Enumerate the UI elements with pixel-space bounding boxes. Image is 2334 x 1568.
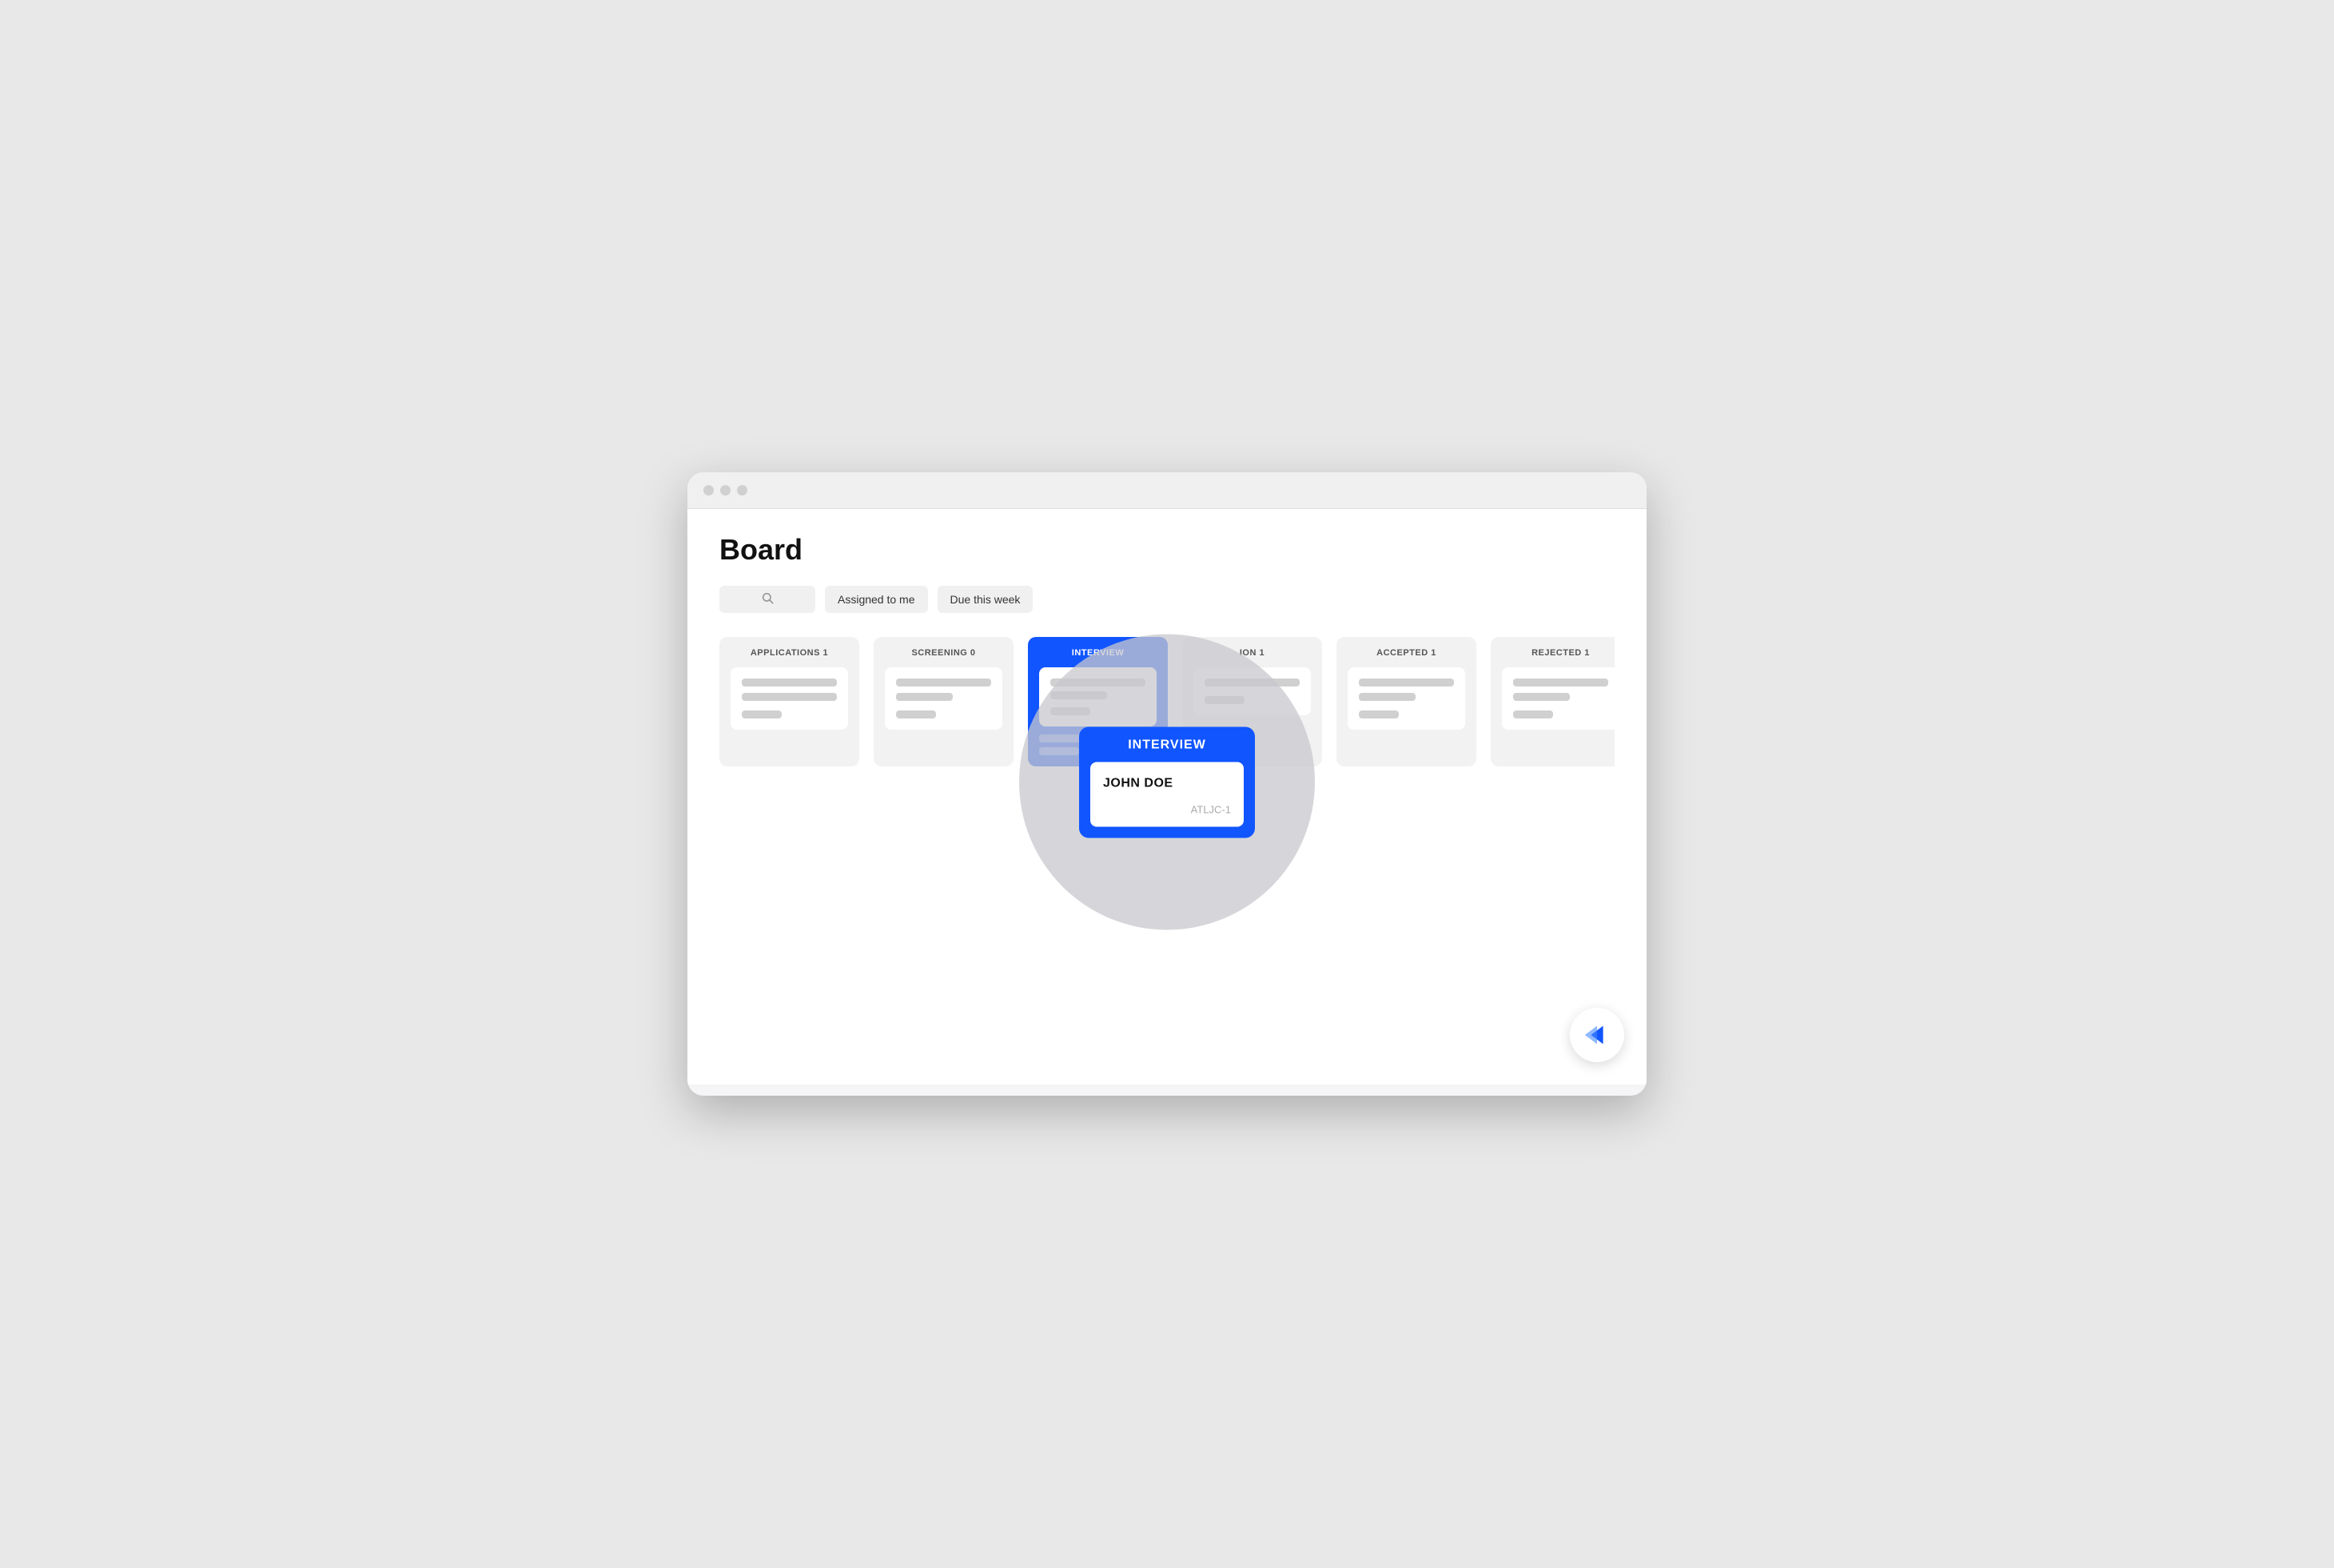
card[interactable] <box>1193 667 1311 715</box>
app-content: Board Assigned to me Due this week APPLI… <box>687 509 1647 1084</box>
card-tag <box>1205 696 1245 704</box>
card-line <box>1039 734 1157 742</box>
card-tag <box>1050 707 1090 715</box>
card-tag <box>1039 747 1079 755</box>
browser-chrome <box>687 472 1647 509</box>
column-title-offer: ION 1 <box>1193 648 1311 658</box>
column-applications: APPLICATIONS 1 <box>719 637 859 766</box>
column-screening: SCREENING 0 <box>874 637 1014 766</box>
filter-assigned-button[interactable]: Assigned to me <box>825 586 928 613</box>
toolbar: Assigned to me Due this week <box>719 586 1615 613</box>
card-line <box>1513 693 1570 701</box>
page-title: Board <box>719 533 1615 567</box>
search-box[interactable] <box>719 586 815 613</box>
card-tag <box>1513 710 1553 718</box>
card-line <box>896 693 953 701</box>
card-line <box>1359 693 1416 701</box>
card-line <box>1513 679 1608 686</box>
browser-dot-yellow <box>720 485 731 495</box>
card-line <box>742 679 837 686</box>
card-line <box>1050 691 1107 699</box>
column-title-accepted: ACCEPTED 1 <box>1348 648 1465 658</box>
logo-arrow-icon <box>1582 1020 1612 1050</box>
card[interactable] <box>1502 667 1615 730</box>
card-tag <box>1359 710 1399 718</box>
card-tag <box>742 710 782 718</box>
filter-due-button[interactable]: Due this week <box>938 586 1034 613</box>
card[interactable] <box>731 667 848 730</box>
column-interview: INTERVIEW <box>1028 637 1168 766</box>
column-title-screening: SCREENING 0 <box>885 648 1002 658</box>
card[interactable] <box>1348 667 1465 730</box>
card-line <box>1050 679 1145 686</box>
card-line <box>742 693 837 701</box>
browser-dot-red <box>703 485 714 495</box>
column-accepted: ACCEPTED 1 <box>1336 637 1476 766</box>
browser-window: Board Assigned to me Due this week APPLI… <box>687 472 1647 1096</box>
card-line <box>896 679 991 686</box>
search-icon <box>761 591 774 607</box>
column-rejected: REJECTED 1 <box>1491 637 1615 766</box>
card-tag <box>896 710 936 718</box>
spotlight-card-id: ATLJC-1 <box>1103 803 1231 815</box>
card-second[interactable] <box>1039 734 1157 755</box>
column-title-applications: APPLICATIONS 1 <box>731 648 848 658</box>
browser-dot-green <box>737 485 747 495</box>
column-offer: ION 1 <box>1182 637 1322 766</box>
card-line <box>1359 679 1454 686</box>
spotlight-card-name: JOHN DOE <box>1103 776 1231 790</box>
board-container: APPLICATIONS 1 SCREENING 0 INTERVIEW <box>719 637 1615 774</box>
interview-card-bg[interactable] <box>1039 667 1157 726</box>
card[interactable] <box>885 667 1002 730</box>
card-line <box>1205 679 1300 686</box>
logo-fab-button[interactable] <box>1570 1008 1624 1062</box>
column-title-interview: INTERVIEW <box>1039 648 1157 658</box>
column-title-rejected: REJECTED 1 <box>1502 648 1615 658</box>
